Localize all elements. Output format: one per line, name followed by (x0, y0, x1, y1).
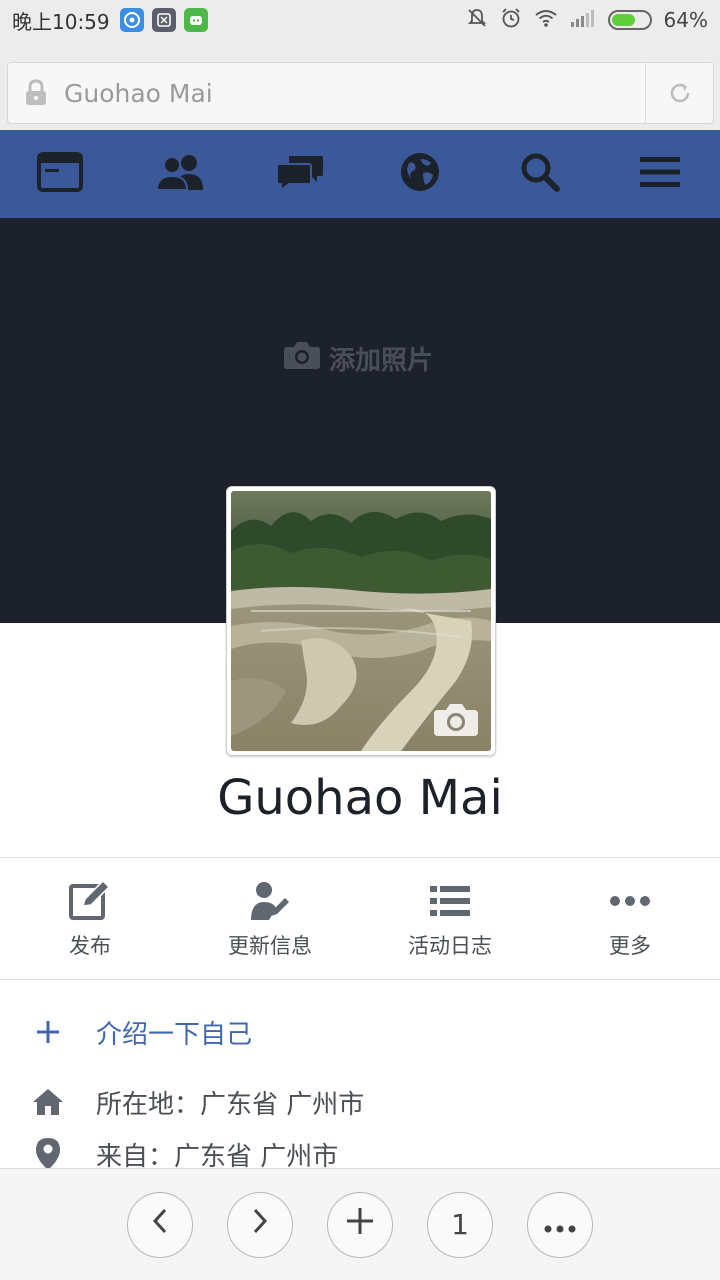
action-label: 活动日志 (408, 934, 492, 958)
profile-picture[interactable] (226, 486, 496, 756)
signal-icon (570, 8, 596, 32)
browser-bottom-bar: 1 (0, 1168, 720, 1280)
wifi-icon (534, 8, 558, 32)
friends-icon (155, 152, 205, 196)
nav-menu[interactable] (600, 130, 720, 218)
battery-level (611, 14, 635, 26)
lock-icon (8, 79, 64, 107)
app-notification-icon (151, 8, 176, 32)
edit-icon (69, 878, 111, 924)
news-feed-icon (37, 152, 83, 196)
action-label: 发布 (69, 934, 111, 958)
nav-friends[interactable] (120, 130, 240, 218)
address-bar[interactable]: Guohao Mai (7, 62, 714, 124)
current-city: 所在地：广东省 广州市 (96, 1089, 365, 1120)
tab-count: 1 (451, 1208, 469, 1241)
profile-actions: 发布 更新信息 活动日志 更多 (0, 859, 720, 979)
mute-icon (466, 7, 488, 33)
tabs-button[interactable]: 1 (427, 1191, 493, 1258)
post-button[interactable]: 发布 (0, 859, 180, 979)
battery-percent: 64% (663, 8, 708, 32)
add-photo-label: 添加照片 (329, 346, 434, 376)
browser-menu-button[interactable] (527, 1191, 593, 1258)
forward-button[interactable] (227, 1191, 293, 1258)
status-bar: 晚上10:59 64% (0, 0, 720, 40)
menu-icon (639, 154, 681, 194)
divider (0, 979, 720, 980)
reload-icon[interactable] (645, 63, 713, 123)
add-intro-label[interactable]: 介绍一下自己 (96, 1014, 252, 1051)
nav-news-feed[interactable] (0, 130, 120, 218)
browser-toolbar: Guohao Mai (0, 40, 720, 130)
more-icon (543, 1208, 577, 1241)
messages-icon (275, 152, 325, 196)
profile-name: Guohao Mai (217, 770, 503, 826)
activity-log-button[interactable]: 活动日志 (360, 859, 540, 979)
chevron-right-icon (250, 1207, 270, 1242)
location-pin-icon (0, 1137, 96, 1171)
more-button[interactable]: 更多 (540, 859, 720, 979)
change-photo-camera-icon[interactable] (433, 701, 479, 741)
app-notification-icon (183, 8, 208, 32)
camera-icon (283, 340, 321, 377)
nav-messages[interactable] (240, 130, 360, 218)
add-cover-photo-button[interactable]: 添加照片 (283, 340, 433, 377)
profile-picture-image (231, 491, 491, 751)
new-tab-button[interactable] (327, 1191, 393, 1258)
nav-search[interactable] (480, 130, 600, 218)
action-label: 更新信息 (228, 934, 312, 958)
more-icon (609, 878, 651, 924)
list-icon (430, 878, 470, 924)
plus-icon (0, 1020, 96, 1044)
notifications-globe-icon (399, 151, 441, 197)
location-row: 所在地：广东省 广州市 (0, 1080, 720, 1124)
search-icon (519, 151, 561, 197)
hometown: 来自：广东省 广州市 (96, 1141, 339, 1172)
divider (0, 857, 720, 858)
alarm-icon (500, 7, 522, 33)
nav-notifications[interactable] (360, 130, 480, 218)
url-text[interactable]: Guohao Mai (64, 79, 645, 108)
home-icon (0, 1087, 96, 1117)
update-info-button[interactable]: 更新信息 (180, 859, 360, 979)
back-button[interactable] (127, 1191, 193, 1258)
status-time: 晚上10:59 (12, 9, 110, 34)
battery-icon (607, 10, 652, 30)
action-label: 更多 (609, 934, 651, 958)
update-info-icon (249, 878, 291, 924)
app-notification-icon (119, 8, 144, 32)
chevron-left-icon (150, 1207, 170, 1242)
add-intro-button[interactable]: 介绍一下自己 (0, 1010, 720, 1054)
fb-nav-bar (0, 130, 720, 218)
plus-icon (346, 1207, 374, 1242)
